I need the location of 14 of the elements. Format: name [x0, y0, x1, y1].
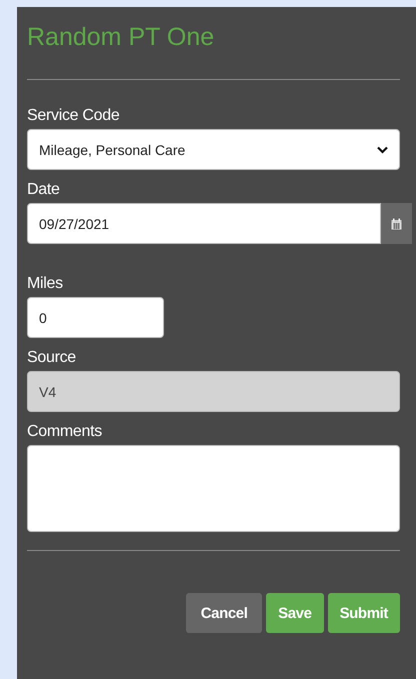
chevron-down-icon [377, 146, 388, 154]
field-label: Source [27, 348, 77, 368]
field-label: Date [27, 180, 61, 200]
form-button[interactable]: Cancel [186, 593, 262, 633]
date-field[interactable]: 09/27/2021 [27, 203, 381, 244]
miles-field[interactable]: 0 [27, 297, 164, 338]
service-code-dropdown[interactable]: Mileage, Personal Care [27, 129, 400, 170]
field-label: Miles [27, 274, 64, 294]
field-label: Comments [27, 422, 103, 442]
comments-field[interactable] [27, 445, 400, 532]
calendar-icon [391, 218, 402, 230]
field-label: Service Code [27, 106, 120, 126]
calendar-button[interactable] [381, 203, 412, 244]
form-title: Random PT One [27, 22, 216, 53]
